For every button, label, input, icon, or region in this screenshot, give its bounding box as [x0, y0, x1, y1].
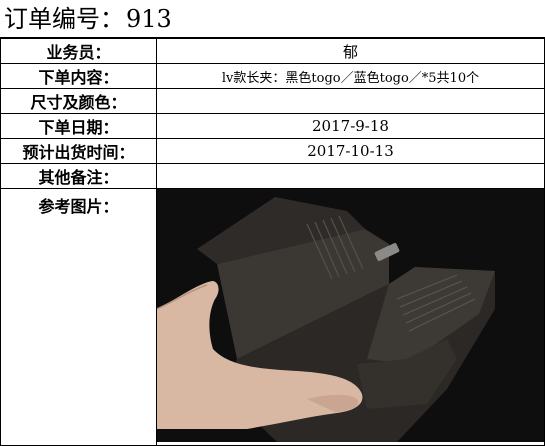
order-form-table: 业务员： 郁 下单内容： lv款长夹：黑色togo／蓝色togo／*5共10个 …	[0, 37, 545, 446]
ship-date-value: 2017-10-13	[156, 138, 545, 164]
row-salesperson: 业务员： 郁	[0, 37, 545, 64]
photo-label: 参考图片：	[0, 188, 157, 446]
size-color-label: 尺寸及颜色：	[0, 88, 157, 114]
photo-cell	[156, 188, 545, 446]
content-value: lv款长夹：黑色togo／蓝色togo／*5共10个	[156, 63, 545, 89]
row-ship-date: 预计出货时间： 2017-10-13	[0, 138, 545, 164]
wallet-photo-image	[157, 189, 544, 442]
order-date-label: 下单日期：	[0, 113, 157, 139]
row-order-date: 下单日期： 2017-9-18	[0, 113, 545, 139]
order-title: 订单编号：913	[4, 3, 172, 35]
salesperson-value: 郁	[156, 37, 545, 64]
order-number: 913	[126, 5, 172, 33]
size-color-value	[156, 88, 545, 114]
row-content: 下单内容： lv款长夹：黑色togo／蓝色togo／*5共10个	[0, 63, 545, 89]
content-label: 下单内容：	[0, 63, 157, 89]
notes-label: 其他备注：	[0, 163, 157, 189]
row-size-color: 尺寸及颜色：	[0, 88, 545, 114]
row-photo: 参考图片：	[0, 188, 545, 446]
row-notes: 其他备注：	[0, 163, 545, 189]
notes-value	[156, 163, 545, 189]
reference-photo	[157, 189, 544, 442]
salesperson-label: 业务员：	[0, 37, 157, 64]
order-title-label: 订单编号：	[4, 5, 124, 33]
order-date-value: 2017-9-18	[156, 113, 545, 139]
ship-date-label: 预计出货时间：	[0, 138, 157, 164]
